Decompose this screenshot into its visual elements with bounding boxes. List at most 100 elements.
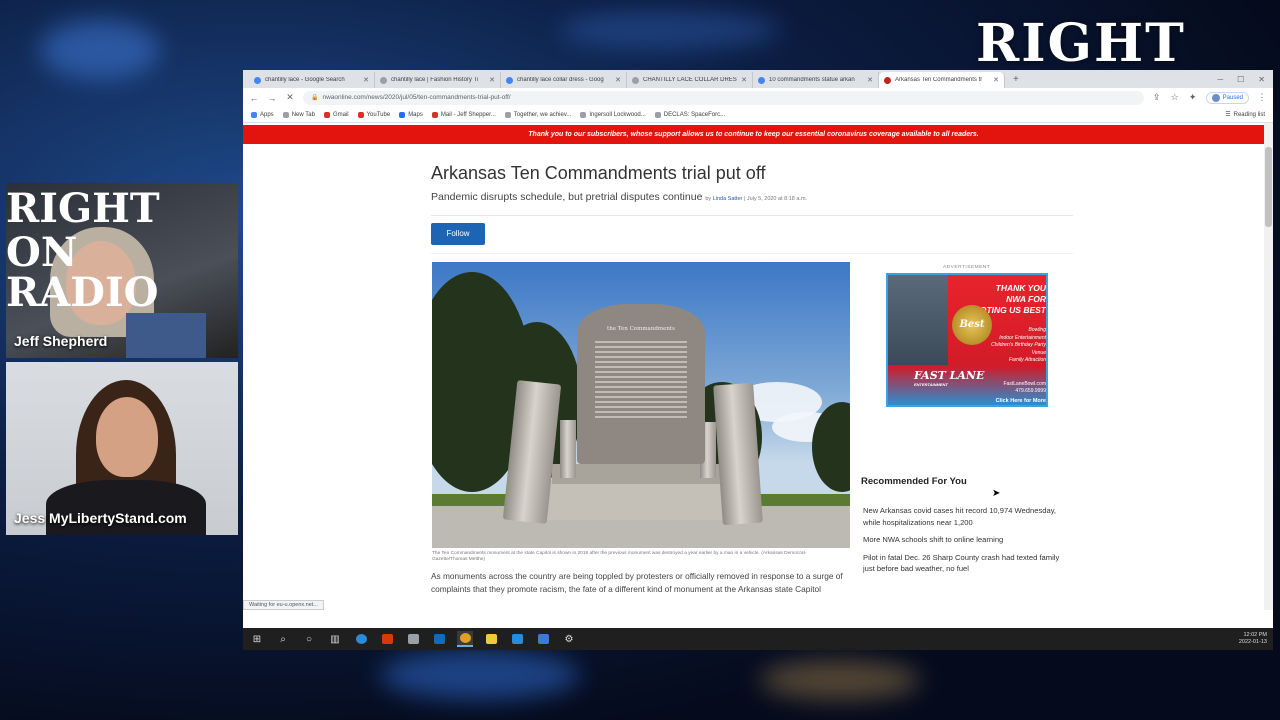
host-shirt xyxy=(126,313,206,358)
link-icon xyxy=(654,111,661,118)
window-controls: ─ ☐ ✕ xyxy=(1217,72,1273,88)
close-icon[interactable]: ✕ xyxy=(489,76,495,84)
windows-taskbar: ⊞ ⌕ ○ ▥ ⚙ 12:02 PM 2022-01-13 xyxy=(243,628,1273,650)
browser-tab[interactable]: 10 commandments statue arkan ✕ xyxy=(753,72,879,88)
new-tab-button[interactable]: + xyxy=(1013,72,1019,88)
close-icon[interactable]: ✕ xyxy=(867,76,873,84)
article-photo[interactable]: the Ten Commandments xyxy=(432,262,850,548)
maps-icon xyxy=(399,111,406,118)
guest-body xyxy=(46,480,206,535)
recommended-link[interactable]: New Arkansas covid cases hit record 10,9… xyxy=(863,505,1073,528)
task-view-icon[interactable]: ▥ xyxy=(327,631,343,647)
link-icon xyxy=(504,111,511,118)
ad-contact: FastLaneBowl.com 479.659.9999 xyxy=(980,381,1046,395)
photo-caption: The Ten Commandments monument at the sta… xyxy=(432,551,807,562)
app-icon[interactable] xyxy=(405,631,421,647)
reading-list-button[interactable]: ☰ Reading list xyxy=(1225,111,1265,119)
close-icon[interactable]: ✕ xyxy=(741,76,747,84)
bookmark-label: YouTube xyxy=(366,111,391,118)
mouse-cursor-icon: ➤ xyxy=(992,488,1001,499)
byline: by Linda Satter | July 5, 2020 at 8:18 a… xyxy=(705,196,807,202)
youtube-icon xyxy=(357,111,364,118)
share-icon[interactable]: ⇪ xyxy=(1152,92,1162,103)
ten-commandments-tablet: the Ten Commandments xyxy=(577,304,705,464)
menu-icon[interactable]: ⋮ xyxy=(1257,92,1267,103)
forward-icon[interactable]: → xyxy=(267,93,277,103)
clock-date: 2022-01-13 xyxy=(1238,639,1267,645)
bookmark-new-tab[interactable]: New Tab xyxy=(282,111,315,118)
bookmark-ingersoll[interactable]: Ingersoll Lockwood... xyxy=(580,111,646,118)
bookmark-maps[interactable]: Maps xyxy=(399,111,423,118)
minimize-icon[interactable]: ─ xyxy=(1217,72,1223,88)
outlook-icon[interactable] xyxy=(431,631,447,647)
ad-brand: FAST LANE ENTERTAINMENT xyxy=(914,369,984,387)
bookmark-gmail[interactable]: Gmail xyxy=(323,111,349,118)
browser-tab-active[interactable]: Arkansas Ten Commandments tr ✕ xyxy=(879,72,1005,88)
recommended-link[interactable]: Pilot in fatal Dec. 26 Sharp County cras… xyxy=(863,552,1073,575)
chrome-icon[interactable] xyxy=(457,631,473,647)
web-page: Thank you to our subscribers, whose supp… xyxy=(243,123,1273,610)
author-link[interactable]: Linda Satter xyxy=(713,196,743,202)
divider xyxy=(431,215,1073,216)
extensions-icon[interactable]: ✦ xyxy=(1188,92,1198,103)
address-bar[interactable]: 🔒 nwaonline.com/news/2020/jul/05/ten-com… xyxy=(303,90,1144,105)
maximize-icon[interactable]: ☐ xyxy=(1237,72,1244,88)
globe-icon xyxy=(282,111,289,118)
subscriber-banner: Thank you to our subscribers, whose supp… xyxy=(243,125,1264,144)
bookmark-declas[interactable]: DECLAS: SpaceForc... xyxy=(654,111,725,118)
ad-service: Family Attraction xyxy=(1008,357,1046,363)
bookmark-together[interactable]: Together, we achiev... xyxy=(504,111,572,118)
bookmark-label: Together, we achiev... xyxy=(513,111,572,118)
ad-photo xyxy=(888,275,948,365)
google-icon xyxy=(758,76,765,84)
system-tray-clock[interactable]: 12:02 PM 2022-01-13 xyxy=(1239,632,1273,646)
close-icon[interactable]: ✕ xyxy=(993,76,999,84)
bookmark-label: Mail - Jeff Shepper... xyxy=(440,111,496,118)
divider xyxy=(431,253,1073,254)
back-icon[interactable]: ← xyxy=(249,93,259,103)
close-icon[interactable]: ✕ xyxy=(363,76,369,84)
advertisement-banner[interactable]: THANK YOU NWA FOR VOTING US BEST Best Bo… xyxy=(886,273,1048,407)
file-explorer-icon[interactable] xyxy=(483,631,499,647)
tab-label: chantilly lace | Fashion History Ti xyxy=(391,77,479,83)
star-icon[interactable]: ☆ xyxy=(1170,92,1180,103)
bookmark-youtube[interactable]: YouTube xyxy=(357,111,391,118)
bookmark-mail[interactable]: Mail - Jeff Shepper... xyxy=(431,111,496,118)
close-window-icon[interactable]: ✕ xyxy=(1258,72,1265,88)
tab-label: Arkansas Ten Commandments tr xyxy=(895,77,983,83)
webcam-logo-line2: ON RADIO xyxy=(6,229,159,316)
bookmark-label: New Tab xyxy=(291,111,315,118)
browser-tab[interactable]: chantilly lace - Google Search ✕ xyxy=(249,72,375,88)
windows-start-icon[interactable]: ⊞ xyxy=(249,631,265,647)
follow-button[interactable]: Follow xyxy=(431,223,485,245)
publish-date: | July 5, 2020 at 8:18 a.m. xyxy=(743,196,808,202)
browser-tab[interactable]: chantilly lace collar dress - Goog ✕ xyxy=(501,72,627,88)
cortana-icon[interactable]: ○ xyxy=(301,631,317,647)
recommended-link[interactable]: More NWA schools shift to online learnin… xyxy=(863,534,1073,546)
settings-icon[interactable]: ⚙ xyxy=(561,631,577,647)
brand-logo-word: RIGHT xyxy=(976,13,1186,74)
scrollbar-thumb[interactable] xyxy=(1265,147,1272,227)
tab-bar: chantilly lace - Google Search ✕ chantil… xyxy=(243,70,1273,88)
scrollbar[interactable] xyxy=(1264,123,1273,610)
ad-brand-sub: ENTERTAINMENT xyxy=(914,382,948,387)
app-icon[interactable] xyxy=(509,631,525,647)
bookmark-apps[interactable]: Apps xyxy=(251,111,274,118)
browser-tab[interactable]: chantilly lace | Fashion History Ti ✕ xyxy=(375,72,501,88)
edge-icon[interactable] xyxy=(353,631,369,647)
status-bar: Waiting for eu-u.openx.net... xyxy=(243,600,324,610)
search-icon[interactable]: ⌕ xyxy=(275,631,291,647)
article-body: As monuments across the country are bein… xyxy=(431,571,843,594)
app-icon[interactable] xyxy=(535,631,551,647)
article-subhead: Pandemic disrupts schedule, but pretrial… xyxy=(431,191,807,203)
advertisement-label: ADVERTISEMENT xyxy=(943,265,991,270)
office-icon[interactable] xyxy=(379,631,395,647)
stop-icon[interactable]: ✕ xyxy=(285,92,295,103)
guest-name-label: Jess MyLibertyStand.com xyxy=(14,510,187,526)
webcam-logo-line1: RIGHT xyxy=(6,185,160,232)
monument-post xyxy=(560,420,576,478)
ad-cta[interactable]: Click Here for More xyxy=(980,398,1046,404)
close-icon[interactable]: ✕ xyxy=(615,76,621,84)
profile-button[interactable]: Paused xyxy=(1205,91,1249,104)
browser-tab[interactable]: CHANTILLY LACE COLLAR DRES ✕ xyxy=(627,72,753,88)
